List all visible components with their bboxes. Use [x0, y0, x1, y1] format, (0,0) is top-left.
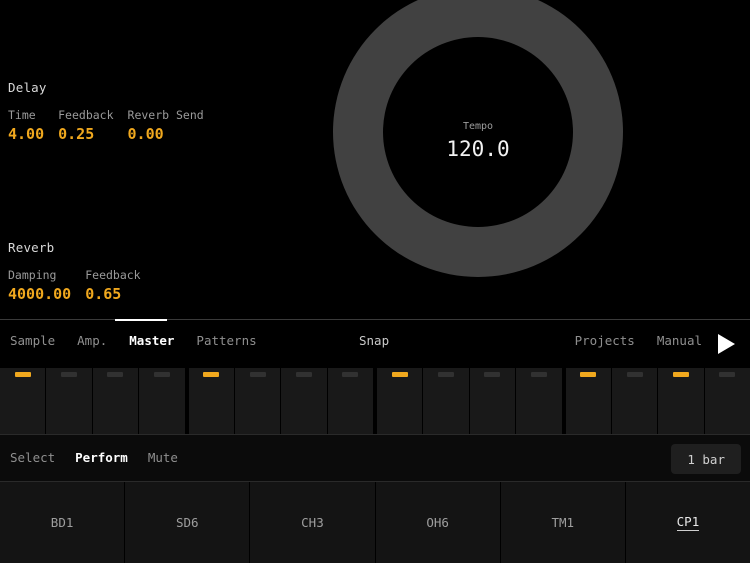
active-tab-marker	[115, 319, 167, 321]
step-15[interactable]	[658, 368, 704, 434]
mode-buttons: Select Perform Mute	[10, 450, 198, 465]
delay-param-feedback[interactable]: Feedback 0.25	[58, 107, 113, 145]
delay-section-title: Delay	[8, 80, 47, 95]
mode-bar: Select Perform Mute 1 bar	[0, 434, 750, 482]
pad-row: BD1 SD6 CH3 OH6 TM1 CP1	[0, 482, 750, 563]
step-10[interactable]	[423, 368, 469, 434]
snap-button[interactable]: Snap	[359, 333, 389, 348]
reverb-param-feedback-value: 0.65	[85, 285, 122, 303]
delay-param-time-value: 4.00	[8, 125, 45, 143]
pad-bd1-label: BD1	[50, 515, 74, 530]
step-6[interactable]	[234, 368, 281, 434]
manual-button[interactable]: Manual	[657, 333, 702, 348]
pattern-length-button[interactable]: 1 bar	[671, 444, 741, 474]
step-5-indicator	[203, 372, 220, 377]
drum-machine-app: Delay Time 4.00 Feedback 0.25 Reverb Sen…	[0, 0, 750, 563]
delay-param-reverb-send[interactable]: Reverb Send 0.00	[128, 107, 204, 145]
step-7-indicator	[295, 372, 312, 377]
step-1-indicator	[14, 372, 31, 377]
delay-params: Time 4.00 Feedback 0.25 Reverb Send 0.00	[8, 107, 218, 145]
tab-amp[interactable]: Amp.	[77, 333, 107, 348]
reverb-param-feedback[interactable]: Feedback 0.65	[85, 267, 140, 305]
tempo-readout: Tempo 120.0	[333, 120, 623, 164]
tempo-value: 120.0	[446, 137, 510, 161]
step-10-indicator	[438, 372, 455, 377]
delay-param-reverb-send-value: 0.00	[127, 125, 164, 143]
delay-param-time-label: Time	[8, 108, 36, 122]
step-2-indicator	[61, 372, 78, 377]
delay-section: Delay Time 4.00 Feedback 0.25 Reverb Sen…	[8, 80, 218, 145]
pad-cp1[interactable]: CP1	[625, 482, 750, 563]
step-16[interactable]	[704, 368, 750, 434]
step-11-indicator	[484, 372, 501, 377]
pad-bd1[interactable]: BD1	[0, 482, 125, 563]
step-3-indicator	[107, 372, 124, 377]
step-12-indicator	[530, 372, 547, 377]
tab-sample[interactable]: Sample	[10, 333, 55, 348]
mode-mute[interactable]: Mute	[148, 450, 178, 465]
step-9[interactable]	[377, 368, 423, 434]
pad-oh6[interactable]: OH6	[375, 482, 500, 563]
step-15-indicator	[672, 372, 689, 377]
pad-cp1-label: CP1	[676, 514, 700, 531]
step-4[interactable]	[139, 368, 185, 434]
step-11[interactable]	[469, 368, 516, 434]
reverb-section: Reverb Damping 4000.00 Feedback 0.65	[8, 240, 155, 305]
tempo-label: Tempo	[462, 121, 494, 132]
reverb-param-damping[interactable]: Damping 4000.00	[8, 267, 71, 305]
step-14[interactable]	[611, 368, 658, 434]
step-3[interactable]	[92, 368, 139, 434]
reverb-param-damping-label: Damping	[8, 268, 57, 282]
pad-sd6-label: SD6	[175, 515, 199, 530]
main-navbar: Sample Amp. Master Patterns Snap Project…	[0, 319, 750, 367]
pad-ch3-label: CH3	[301, 515, 324, 530]
step-2[interactable]	[46, 368, 92, 434]
pad-tm1[interactable]: TM1	[500, 482, 625, 563]
step-12[interactable]	[516, 368, 562, 434]
step-6-indicator	[249, 372, 266, 377]
step-14-indicator	[626, 372, 643, 377]
tab-patterns[interactable]: Patterns	[196, 333, 256, 348]
pad-oh6-label: OH6	[426, 515, 449, 530]
mode-select[interactable]: Select	[10, 450, 55, 465]
pad-ch3[interactable]: CH3	[250, 482, 375, 563]
reverb-section-title: Reverb	[8, 240, 55, 255]
step-5[interactable]	[188, 368, 234, 434]
play-icon	[717, 334, 735, 354]
step-9-indicator	[391, 372, 408, 377]
step-8-indicator	[342, 372, 359, 377]
delay-param-feedback-value: 0.25	[58, 125, 95, 143]
step-4-indicator	[153, 372, 170, 377]
navbar-tabs: Sample Amp. Master Patterns	[10, 333, 279, 348]
step-1[interactable]	[0, 368, 46, 434]
step-sequencer	[0, 368, 750, 434]
tab-master[interactable]: Master	[129, 333, 174, 348]
mode-perform[interactable]: Perform	[75, 450, 128, 465]
step-13[interactable]	[565, 368, 611, 434]
delay-param-feedback-label: Feedback	[58, 108, 114, 122]
navbar-right-items: Projects Manual	[553, 333, 702, 348]
reverb-param-damping-value: 4000.00	[8, 285, 72, 303]
master-fx-panel: Delay Time 4.00 Feedback 0.25 Reverb Sen…	[0, 0, 750, 320]
step-13-indicator	[580, 372, 597, 377]
step-7[interactable]	[281, 368, 327, 434]
delay-param-reverb-send-label: Reverb Send	[127, 108, 204, 122]
pad-sd6[interactable]: SD6	[125, 482, 250, 563]
reverb-param-feedback-label: Feedback	[85, 268, 141, 282]
delay-param-time[interactable]: Time 4.00	[8, 107, 44, 145]
step-8[interactable]	[327, 368, 373, 434]
pad-tm1-label: TM1	[551, 515, 575, 530]
reverb-params: Damping 4000.00 Feedback 0.65	[8, 267, 155, 305]
projects-button[interactable]: Projects	[575, 333, 635, 348]
step-16-indicator	[719, 372, 736, 377]
play-button[interactable]	[714, 331, 738, 357]
